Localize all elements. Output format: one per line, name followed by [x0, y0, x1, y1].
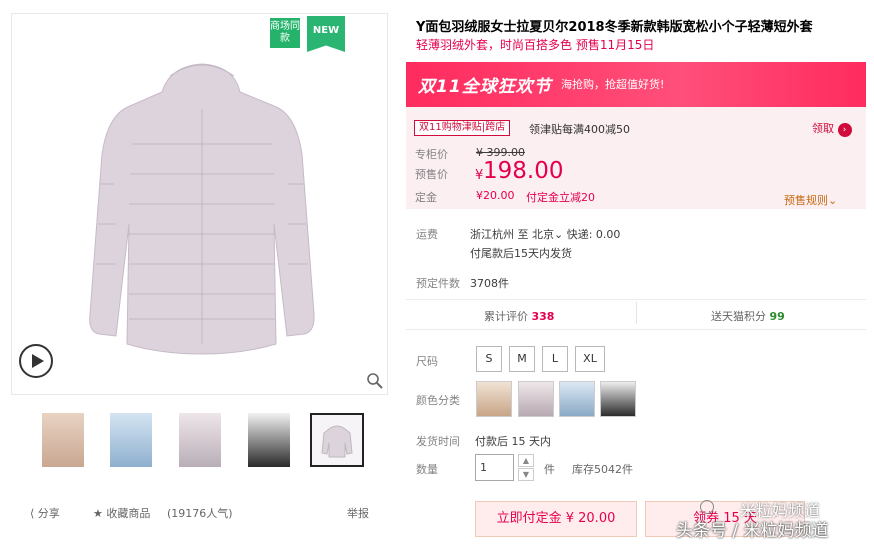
quantity-decrease[interactable]: ▼: [518, 468, 534, 481]
chevron-down-icon: ⌄: [828, 194, 838, 207]
watermark-line2: 头条号 / 米粒妈频道: [676, 521, 829, 541]
zoom-icon[interactable]: [366, 372, 384, 390]
arrow-right-icon: ›: [837, 123, 852, 137]
presale-price: 198.00: [483, 158, 564, 184]
claim-link[interactable]: 领取 ›: [812, 120, 852, 137]
divider: [406, 329, 866, 330]
presale-rules-link[interactable]: 预售规则⌄: [784, 192, 837, 208]
destination-select[interactable]: 北京⌄: [532, 228, 563, 241]
quantity-input[interactable]: 1: [475, 454, 514, 481]
color-label: 颜色分类: [416, 394, 460, 407]
share-link[interactable]: ⟨ 分享: [30, 505, 60, 521]
size-option-xl[interactable]: XL: [575, 346, 605, 372]
color-option-4[interactable]: [600, 381, 636, 417]
quantity-label: 数量: [416, 463, 438, 476]
presale-price-label: 预售价: [415, 168, 448, 181]
divider: [636, 302, 637, 324]
quantity-increase[interactable]: ▲: [518, 454, 534, 467]
shipping-note: 付尾款后15天内发货: [470, 247, 572, 260]
banner-title: 双11全球狂欢节: [418, 77, 552, 97]
shipping-label: 运费: [416, 228, 438, 241]
play-video-icon[interactable]: [19, 344, 53, 378]
size-option-s[interactable]: S: [476, 346, 502, 372]
preorder-label: 预定件数: [416, 277, 460, 290]
size-option-l[interactable]: L: [542, 346, 568, 372]
favorite-link[interactable]: ★ 收藏商品: [93, 505, 150, 521]
deposit-amount: ¥20.00: [476, 189, 515, 202]
original-price-label: 专柜价: [415, 148, 448, 161]
deposit-note: 付定金立减20: [526, 191, 595, 204]
points-stat: 送天猫积分 99: [711, 310, 785, 323]
thumbnail-4[interactable]: [248, 413, 290, 467]
thumbnail-5-selected[interactable]: [310, 413, 364, 467]
thumbnail-2[interactable]: [110, 413, 152, 467]
color-option-2[interactable]: [518, 381, 554, 417]
divider: [406, 299, 866, 300]
ship-time-value: 付款后 15 天内: [475, 435, 551, 448]
size-label: 尺码: [416, 355, 438, 368]
popularity-count: (19176人气): [167, 507, 233, 520]
preorder-count: 3708件: [470, 277, 509, 290]
product-title: Y面包羽绒服女士拉夏贝尔2018冬季新款韩版宽松小个子轻薄短外套: [416, 20, 813, 35]
ship-time-label: 发货时间: [416, 435, 460, 448]
mall-same-badge: 商场同款: [270, 18, 300, 48]
color-option-1[interactable]: [476, 381, 512, 417]
thumbnail-1[interactable]: [42, 413, 84, 467]
product-subtitle: 轻薄羽绒外套，时尚百搭多色 预售11月15日: [416, 38, 655, 52]
quantity-unit: 件: [544, 463, 555, 476]
color-option-3[interactable]: [559, 381, 595, 417]
allowance-text: 领津贴每满400减50: [529, 123, 630, 136]
thumbnail-3[interactable]: [179, 413, 221, 467]
pay-deposit-button[interactable]: 立即付定金 ¥ 20.00: [475, 501, 637, 537]
deposit-label: 定金: [415, 191, 437, 204]
reviews-stat[interactable]: 累计评价 338: [484, 308, 554, 324]
size-option-m[interactable]: M: [509, 346, 535, 372]
main-product-image[interactable]: [11, 13, 388, 395]
shopping-allowance-tag: 双11购物津贴|跨店: [414, 120, 511, 136]
banner-subtitle: 海抢购，抢超值好货!: [561, 78, 665, 91]
wechat-icon: [700, 500, 714, 514]
shipping-route: 浙江杭州 至 北京⌄ 快递: 0.00: [470, 228, 621, 241]
stock-count: 库存5042件: [572, 463, 633, 476]
report-link[interactable]: 举报: [347, 505, 369, 521]
